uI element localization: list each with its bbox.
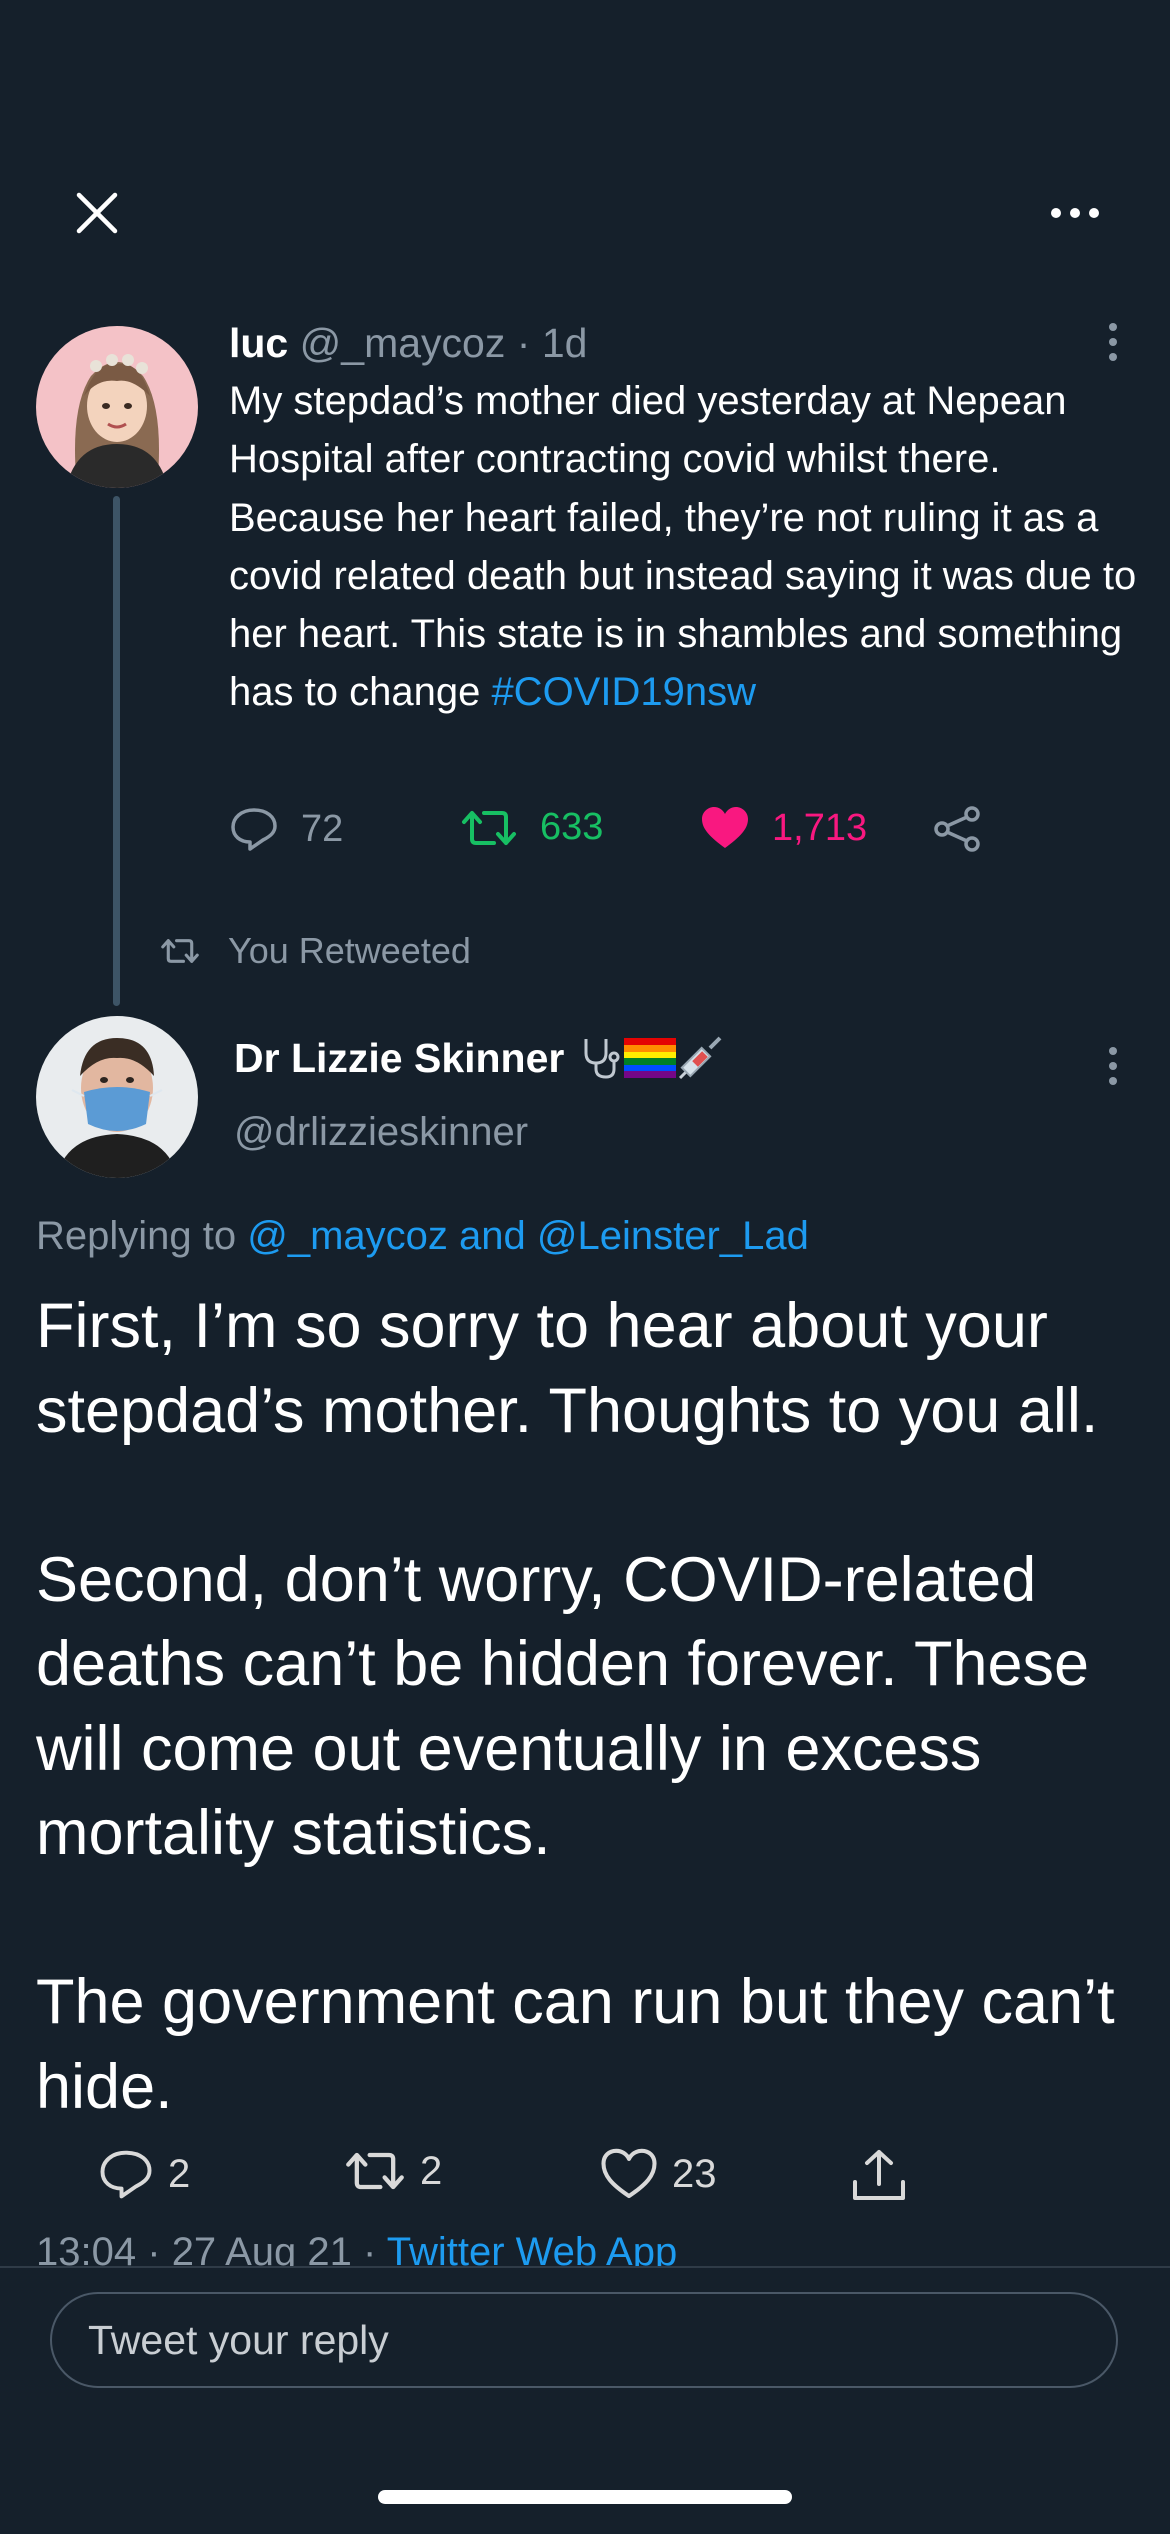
tweet1-hashtag-link[interactable]: #COVID19nsw — [491, 670, 756, 714]
tweet2-retweet-button[interactable]: 2 — [344, 2148, 442, 2194]
tweet1-menu-button[interactable] — [1093, 312, 1133, 372]
tweet2-like-button[interactable]: 23 — [600, 2148, 717, 2200]
tweet1-text-block: My stepdad’s mother died yesterday at Ne… — [229, 372, 1144, 722]
tweet1-reply-count: 72 — [301, 807, 344, 850]
more-options-button[interactable] — [1040, 178, 1110, 248]
heart-icon — [702, 807, 748, 848]
tweet2-author-handle[interactable]: @drlizzieskinner — [234, 1110, 528, 1155]
retweet-icon — [346, 2152, 404, 2190]
replying-to-prefix: Replying to — [36, 1214, 237, 1258]
retweet-icon — [161, 939, 199, 963]
retweet-icon — [462, 810, 516, 845]
tweet2-author-name-row: Dr Lizzie Skinner — [234, 1034, 724, 1082]
thread-connector-line — [113, 496, 120, 1006]
stethoscope-icon — [584, 1039, 620, 1079]
tweet2-text: First, I’m so sorry to hear about your s… — [36, 1291, 1115, 2122]
reply-input[interactable] — [50, 2292, 1118, 2388]
avatar-lizzie-skinner[interactable] — [36, 1016, 198, 1178]
rainbow-flag-icon — [624, 1038, 677, 1078]
tweet1-like-button[interactable]: 1,713 — [700, 806, 867, 850]
tweet2-retweet-count: 2 — [420, 2148, 443, 2193]
tweet2-name-emojis — [578, 1034, 724, 1082]
tweet2-reply-count: 2 — [168, 2151, 191, 2196]
retweet-notice: You Retweeted — [160, 930, 471, 972]
tweet2-author-name[interactable]: Dr Lizzie Skinner — [234, 1035, 564, 1082]
tweet2-reply-button[interactable]: 2 — [98, 2148, 190, 2200]
tweet2-menu-button[interactable] — [1093, 1036, 1133, 1096]
share-icon — [934, 806, 980, 852]
tweet1-like-count: 1,713 — [772, 806, 868, 849]
tweet1-reply-button[interactable]: 72 — [229, 806, 343, 852]
heart-icon — [601, 2148, 657, 2199]
replying-to-line: Replying to @_maycoz and @Leinster_Lad — [36, 1214, 809, 1259]
tweet2-like-count: 23 — [672, 2151, 717, 2196]
close-icon — [76, 192, 118, 234]
replying-to-user-1[interactable]: @_maycoz — [247, 1214, 448, 1258]
home-indicator[interactable] — [378, 2490, 792, 2504]
avatar-luc[interactable] — [36, 326, 198, 488]
tweet1-text: My stepdad’s mother died yesterday at Ne… — [229, 379, 1137, 715]
reply-icon — [100, 2150, 152, 2199]
retweet-notice-text: You Retweeted — [228, 930, 471, 971]
tweet2-share-button[interactable] — [850, 2148, 908, 2204]
more-vertical-icon — [1109, 1047, 1117, 1085]
more-vertical-icon — [1109, 323, 1117, 361]
syringe-icon — [679, 1036, 722, 1080]
tweet1-author-handle[interactable]: @_maycoz — [300, 320, 506, 366]
close-button[interactable] — [62, 178, 132, 248]
tweet1-timestamp[interactable]: 1d — [542, 320, 588, 366]
replying-to-and: and — [459, 1214, 526, 1258]
share-icon — [853, 2150, 905, 2200]
tweet1-author-name[interactable]: luc — [229, 320, 288, 366]
replying-to-user-2[interactable]: @Leinster_Lad — [537, 1214, 809, 1258]
more-horizontal-icon — [1051, 208, 1099, 218]
tweet1-retweet-count: 633 — [540, 806, 604, 848]
reply-icon — [231, 808, 277, 851]
tweet1-retweet-button[interactable]: 633 — [460, 806, 603, 849]
tweet1-separator: · — [516, 320, 531, 366]
tweet1-share-button[interactable] — [932, 806, 982, 852]
tweet1-header: luc @_maycoz · 1d — [229, 314, 587, 372]
